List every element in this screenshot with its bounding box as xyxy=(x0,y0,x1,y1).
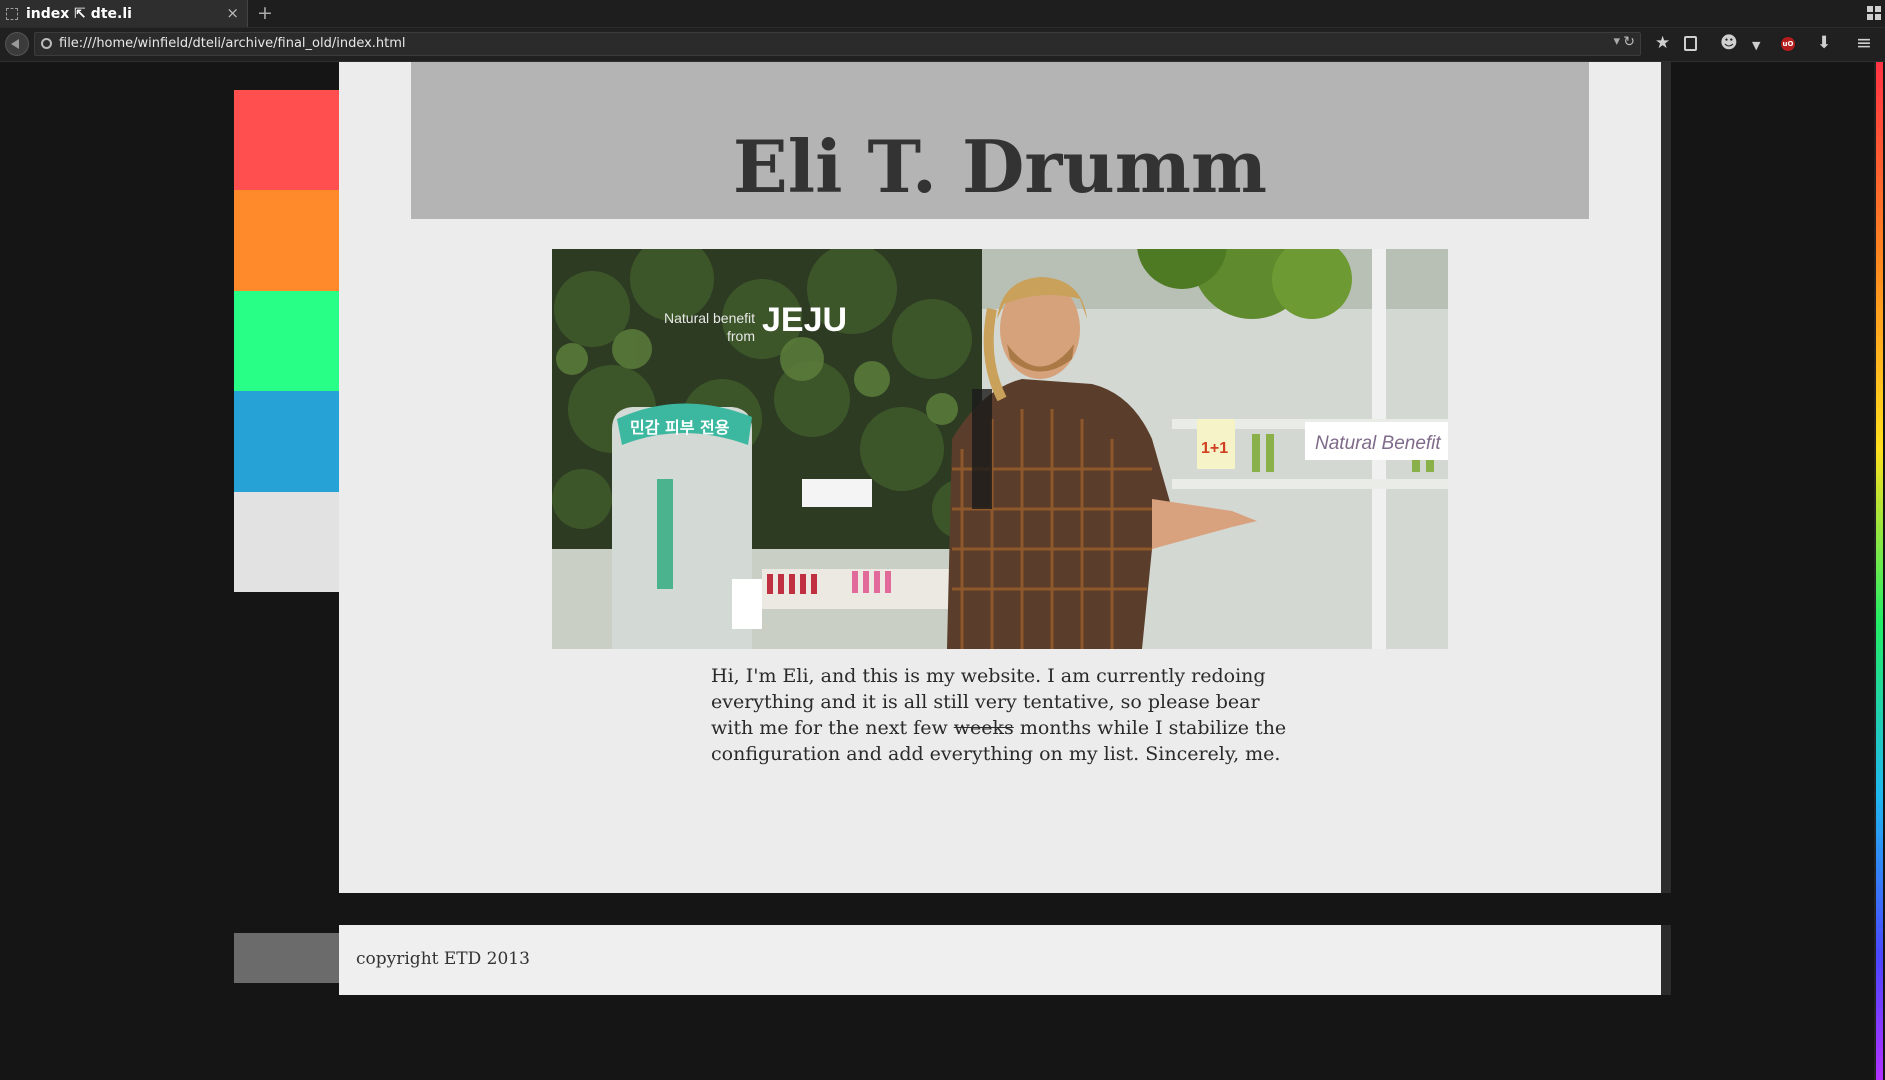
download-icon[interactable]: ⬇ xyxy=(1817,33,1831,53)
star-icon[interactable]: ★ xyxy=(1655,33,1670,53)
tab-bar: index ⇱ dte.li × + xyxy=(0,0,1885,28)
reader-icon[interactable] xyxy=(1684,36,1697,51)
page-title: Eli T. Drumm xyxy=(732,124,1268,209)
natural-benefit-sign: Natural Benefit xyxy=(1315,433,1441,454)
close-tab-icon[interactable]: × xyxy=(226,4,239,22)
promo-sign: 1+1 xyxy=(1201,440,1228,457)
intro-struck-word: weeks xyxy=(953,717,1014,739)
jeju-sign-from: from xyxy=(727,328,755,344)
page-viewport: Eli T. Drumm Natural benefit from JEJU N… xyxy=(0,62,1885,1080)
page-icon xyxy=(6,7,18,20)
tab-index[interactable]: index ⇱ dte.li × xyxy=(0,0,248,27)
chevron-down-icon[interactable]: ▼ xyxy=(1752,36,1760,56)
intro-paragraph: Hi, I'm Eli, and this is my website. I a… xyxy=(711,663,1291,767)
color-nav xyxy=(234,90,339,593)
jeju-sign-small: Natural benefit xyxy=(664,310,755,326)
copyright-text: copyright ETD 2013 xyxy=(356,949,530,969)
footer: copyright ETD 2013 xyxy=(339,925,1671,995)
hamburger-icon[interactable]: ≡ xyxy=(1856,33,1872,53)
nav-stripe-red[interactable] xyxy=(234,90,339,191)
ublock-icon[interactable]: uO xyxy=(1781,37,1795,51)
url-history-dropdown-icon[interactable]: ▾ xyxy=(1613,34,1620,49)
nav-stripe-blue[interactable] xyxy=(234,391,339,492)
back-button[interactable] xyxy=(5,32,29,56)
navigation-bar: file:///home/winfield/dteli/archive/fina… xyxy=(0,28,1885,62)
reload-icon[interactable]: ↻ xyxy=(1623,34,1635,50)
rainbow-scrollbar[interactable] xyxy=(1876,62,1883,1080)
ghost-icon[interactable]: ☻ xyxy=(1720,33,1738,53)
nav-stripe-orange[interactable] xyxy=(234,190,339,291)
nav-stripe-gray[interactable] xyxy=(234,491,339,593)
main-card: Eli T. Drumm Natural benefit from JEJU N… xyxy=(339,62,1671,893)
display-stand-sign: 민감 피부 전용 xyxy=(630,418,730,437)
header-band: Eli T. Drumm xyxy=(411,62,1589,219)
hero-photo: Natural benefit from JEJU Natural Benefi… xyxy=(552,249,1448,649)
url-bar[interactable]: file:///home/winfield/dteli/archive/fina… xyxy=(34,32,1641,56)
footer-stripe xyxy=(234,933,339,983)
new-tab-button[interactable]: + xyxy=(257,2,273,24)
nav-stripe-green[interactable] xyxy=(234,290,339,392)
site-info-icon[interactable] xyxy=(41,38,52,49)
url-text[interactable]: file:///home/winfield/dteli/archive/fina… xyxy=(59,36,406,51)
tab-groups-icon[interactable] xyxy=(1867,6,1881,20)
jeju-sign-big: JEJU xyxy=(762,301,847,339)
tab-title: index ⇱ dte.li xyxy=(26,5,132,22)
